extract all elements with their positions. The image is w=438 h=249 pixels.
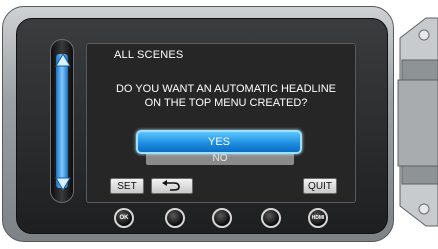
slider-arrows (55, 53, 71, 191)
ok-label: OK (119, 215, 129, 221)
camera-side-body (396, 0, 438, 244)
dialog-title: ALL SCENES (114, 49, 184, 61)
back-button[interactable] (151, 178, 193, 194)
arrow-down-icon (55, 177, 71, 191)
control-button-4[interactable] (261, 208, 281, 228)
back-arrow-icon (162, 180, 180, 191)
control-button-3[interactable] (212, 208, 232, 228)
hinge-graphic (397, 17, 438, 227)
quit-button[interactable]: QUIT (303, 178, 337, 194)
set-button[interactable]: SET (110, 178, 144, 194)
scroll-slider[interactable] (50, 39, 74, 203)
dialog-question: DO YOU WANT AN AUTOMATIC HEADLINE ON THE… (115, 83, 337, 109)
hdmi-button[interactable]: HDMI (308, 208, 328, 228)
control-button-2[interactable] (165, 208, 185, 228)
option-yes[interactable]: YES (136, 130, 302, 154)
hdmi-label: HDMI (311, 215, 325, 221)
ok-button[interactable]: OK (114, 208, 134, 228)
arrow-up-icon (55, 53, 71, 67)
